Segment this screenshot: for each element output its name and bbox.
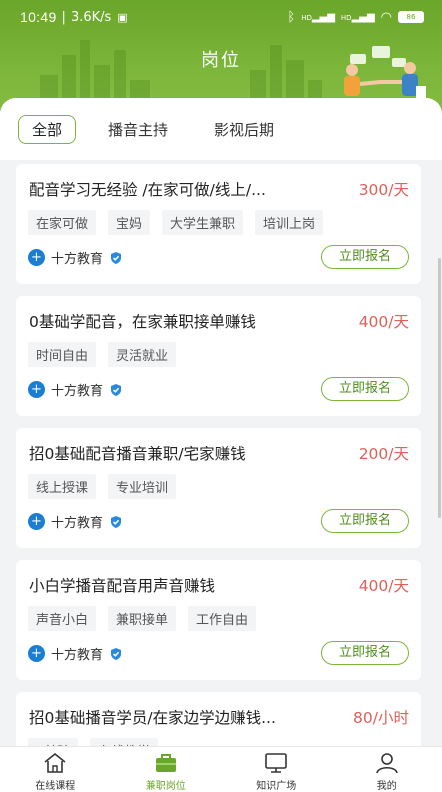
nav-label: 知识广场 bbox=[256, 781, 297, 792]
job-title: 招0基础配音播音兼职/宅家赚钱 bbox=[29, 445, 246, 463]
network-speed: 3.6K/s bbox=[70, 9, 112, 25]
signal-icon-2: HD▂▄▆ bbox=[340, 11, 375, 23]
company-info: + 十方教育 bbox=[28, 380, 123, 399]
job-tags: 在家可做 宝妈 大学生兼职 培训上岗 bbox=[28, 210, 324, 235]
job-tag: 线上授课 bbox=[28, 474, 97, 499]
company-logo-icon: + bbox=[28, 381, 45, 398]
company-logo-icon: + bbox=[28, 645, 45, 662]
verified-badge-icon bbox=[111, 515, 122, 528]
apply-button[interactable]: 立即报名 bbox=[321, 641, 409, 665]
company-name: 十方教育 bbox=[51, 252, 104, 267]
job-card[interactable]: 招0基础播音学员/在家边学边赚钱... 80/小时 0基础 在线教学 bbox=[16, 692, 421, 746]
company-info: + 十方教育 bbox=[28, 512, 123, 531]
battery-icon: 86 bbox=[398, 11, 424, 23]
nav-label: 兼职岗位 bbox=[145, 781, 186, 792]
nav-label: 在线课程 bbox=[35, 781, 76, 792]
job-tag: 0基础 bbox=[28, 738, 79, 746]
job-tag: 专业培训 bbox=[108, 474, 177, 499]
verified-badge-icon bbox=[111, 251, 122, 264]
filter-bar: 全部 播音主持 影视后期 bbox=[0, 98, 442, 160]
job-card[interactable]: 0基础学配音，在家兼职接单赚钱 400/天 时间自由 灵活就业 + 十方教育 立… bbox=[16, 296, 421, 416]
nav-item-knowledge-square[interactable]: 知识广场 bbox=[221, 747, 332, 792]
job-tag: 时间自由 bbox=[28, 342, 97, 367]
notification-icon: ▣ bbox=[117, 10, 128, 24]
job-tag: 声音小白 bbox=[28, 606, 97, 631]
apply-button[interactable]: 立即报名 bbox=[321, 377, 409, 401]
signal-icon-1: HD▂▄▆ bbox=[301, 11, 335, 23]
nav-item-online-courses[interactable]: 在线课程 bbox=[0, 747, 111, 792]
job-tag: 在家可做 bbox=[28, 210, 97, 235]
network-label-1: HD bbox=[301, 13, 312, 22]
job-tag: 大学生兼职 bbox=[162, 210, 244, 235]
user-icon bbox=[375, 753, 398, 774]
job-salary: 80/小时 bbox=[353, 709, 409, 727]
verified-badge-icon bbox=[111, 647, 122, 660]
job-card[interactable]: 招0基础配音播音兼职/宅家赚钱 200/天 线上授课 专业培训 + 十方教育 立… bbox=[16, 428, 421, 548]
monitor-icon bbox=[265, 753, 288, 773]
company-name: 十方教育 bbox=[51, 384, 104, 399]
content-sheet: 全部 播音主持 影视后期 配音学习无经验 /在家可做/线上/... 300/天 … bbox=[0, 98, 442, 746]
job-tags: 时间自由 灵活就业 bbox=[28, 342, 177, 367]
company-name: 十方教育 bbox=[51, 516, 104, 531]
job-tags: 0基础 在线教学 bbox=[28, 738, 159, 746]
nav-item-part-time-jobs[interactable]: 兼职岗位 bbox=[111, 747, 222, 792]
status-bar: 10:49 | 3.6K/s ▣ ᛒ HD▂▄▆ HD▂▄▆ ◠ 86 bbox=[0, 0, 442, 34]
job-tags: 线上授课 专业培训 bbox=[28, 474, 177, 499]
verified-badge-icon bbox=[111, 383, 122, 396]
job-title: 0基础学配音，在家兼职接单赚钱 bbox=[29, 313, 256, 331]
company-logo-icon: + bbox=[28, 249, 45, 266]
apply-button[interactable]: 立即报名 bbox=[321, 509, 409, 533]
company-logo-icon: + bbox=[28, 513, 45, 530]
job-salary: 200/天 bbox=[358, 445, 409, 463]
battery-level: 86 bbox=[406, 13, 416, 21]
bluetooth-icon: ᛒ bbox=[287, 9, 296, 25]
wifi-icon: ◠ bbox=[380, 9, 392, 25]
job-tag: 工作自由 bbox=[188, 606, 257, 631]
job-tag: 培训上岗 bbox=[255, 210, 324, 235]
company-info: + 十方教育 bbox=[28, 248, 123, 267]
job-tag: 宝妈 bbox=[108, 210, 151, 235]
handshake-illustration bbox=[344, 46, 426, 98]
home-icon bbox=[44, 752, 66, 773]
job-title: 招0基础播音学员/在家边学边赚钱... bbox=[29, 709, 276, 727]
job-card[interactable]: 小白学播音配音用声音赚钱 400/天 声音小白 兼职接单 工作自由 + 十方教育… bbox=[16, 560, 421, 680]
nav-label: 我的 bbox=[376, 781, 397, 792]
network-label-2: HD bbox=[340, 13, 352, 22]
filter-tab-video-editing[interactable]: 影视后期 bbox=[200, 115, 288, 144]
status-time: 10:49 bbox=[20, 9, 57, 25]
company-name: 十方教育 bbox=[51, 648, 104, 663]
job-tag: 在线教学 bbox=[90, 738, 159, 746]
bottom-nav: 在线课程 兼职岗位 知识广场 我的 bbox=[0, 746, 442, 792]
job-salary: 300/天 bbox=[358, 181, 409, 199]
job-title: 配音学习无经验 /在家可做/线上/... bbox=[29, 181, 266, 199]
job-salary: 400/天 bbox=[358, 577, 409, 595]
apply-button[interactable]: 立即报名 bbox=[321, 245, 409, 269]
scrollbar[interactable] bbox=[438, 258, 441, 518]
filter-tab-broadcasting[interactable]: 播音主持 bbox=[94, 115, 182, 144]
filter-tab-all[interactable]: 全部 bbox=[18, 114, 77, 144]
job-tag: 兼职接单 bbox=[108, 606, 177, 631]
nav-item-mine[interactable]: 我的 bbox=[332, 747, 442, 792]
company-info: + 十方教育 bbox=[28, 644, 123, 663]
job-tag: 灵活就业 bbox=[108, 342, 177, 367]
job-tags: 声音小白 兼职接单 工作自由 bbox=[28, 606, 257, 631]
job-card[interactable]: 配音学习无经验 /在家可做/线上/... 300/天 在家可做 宝妈 大学生兼职… bbox=[16, 164, 421, 284]
job-salary: 400/天 bbox=[358, 313, 409, 331]
briefcase-icon bbox=[155, 754, 176, 772]
job-title: 小白学播音配音用声音赚钱 bbox=[29, 577, 216, 595]
